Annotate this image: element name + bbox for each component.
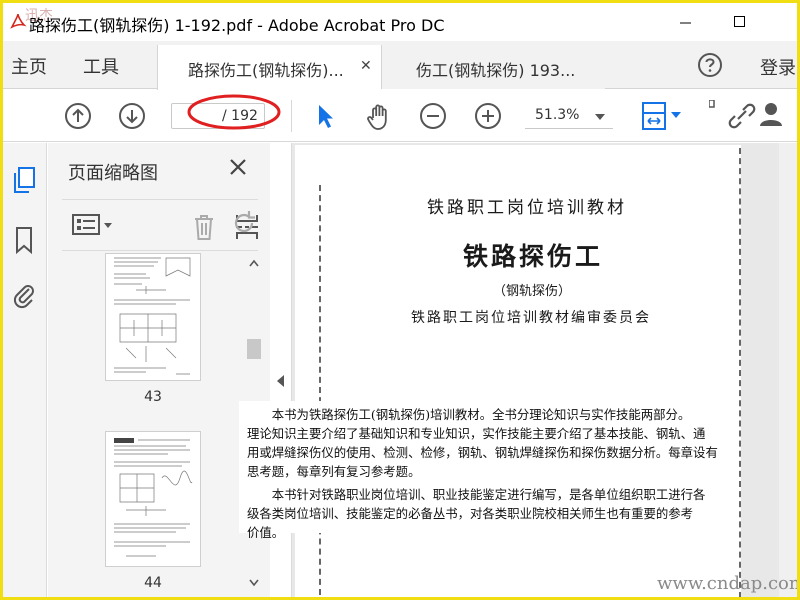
zoom-out-icon[interactable] (419, 102, 447, 130)
page-fit-dropdown-icon[interactable] (671, 112, 681, 118)
page-border-left (319, 185, 321, 595)
user-icon[interactable] (757, 100, 791, 132)
thumbnail-page-number: 43 (144, 389, 162, 405)
paragraph-line: 价值。 (247, 525, 285, 540)
red-highlight-ellipse (187, 94, 281, 130)
caret-left-icon (277, 375, 284, 387)
scrollbar-thumb[interactable] (247, 339, 261, 359)
page-border-right (739, 148, 741, 597)
tab-bar: 主页 工具 路探伤工(钢轨探伤)... ✕ 伤工(钢轨探伤) 193... 登录 (3, 41, 797, 90)
document-paragraph: 本书为铁路探伤工(钢轨探伤)培训教材。全书分理论知识与实作技能两部分。 理论知识… (239, 401, 739, 540)
left-navigation-rail (3, 143, 47, 597)
page-thumbnails-icon[interactable] (11, 165, 37, 195)
maximize-icon (734, 16, 745, 27)
paragraph-line: 本书为铁路探伤工(钢轨探伤)培训教材。全书分理论知识与实作技能两部分。 (247, 407, 691, 422)
bookmark-icon[interactable] (11, 225, 37, 255)
close-panel-icon[interactable] (228, 157, 248, 177)
document-subtitle: （钢轨探伤） (493, 284, 572, 299)
thumbnail-list: 43 44 (48, 253, 270, 597)
document-series: 铁路职工岗位培训教材 (427, 198, 627, 218)
login-link[interactable]: 登录 (760, 54, 796, 80)
thumbnail-page-number: 44 (144, 575, 162, 591)
thumbnail-page-44[interactable] (105, 431, 201, 567)
minimize-icon (680, 22, 691, 24)
link-icon[interactable] (725, 100, 759, 132)
thumbnails-panel: 页面缩略图 43 44 (48, 143, 270, 597)
arrow-down-circle-icon[interactable] (118, 102, 146, 130)
hand-icon[interactable] (364, 102, 394, 132)
thumbnail-tools (62, 199, 258, 251)
thumbnail-preview (114, 257, 191, 375)
tab-label: 路探伤工(钢轨探伤)... (188, 61, 344, 80)
toolbar: / 192 51.3% (3, 90, 797, 142)
more-tools-icon[interactable] (709, 100, 715, 110)
minimize-button[interactable] (663, 3, 709, 41)
document-committee: 铁路职工岗位培训教材编审委员会 (411, 310, 651, 326)
paragraph-line: 用或焊缝探伤仪的使用、检测、检修，钢轨、钢轨焊缝探伤和探伤数据分析。每章设有 (247, 445, 718, 460)
paragraph-line: 思考题，每章列有复习参考题。 (247, 464, 421, 479)
close-tab-button[interactable]: ✕ (360, 58, 372, 74)
title-bar: 迅杰 路探伤工(钢轨探伤) 1-192.pdf - Adobe Acrobat … (3, 3, 797, 41)
scroll-down-icon[interactable] (249, 579, 259, 587)
panel-title: 页面缩略图 (68, 163, 158, 184)
menu-home[interactable]: 主页 (11, 53, 47, 79)
window-title: 路探伤工(钢轨探伤) 1-192.pdf - Adobe Acrobat Pro… (29, 16, 445, 35)
tab-document-2[interactable]: 伤工(钢轨探伤) 193... (381, 45, 605, 89)
help-icon[interactable] (697, 52, 723, 78)
toolbar-divider (291, 100, 292, 132)
page-fit-icon[interactable] (639, 100, 669, 132)
paragraph-line: 理论知识主要介绍了基础知识和专业知识，实作技能主要介绍了基本技能、钢轨、通 (247, 426, 706, 441)
rotate-icon[interactable] (230, 209, 258, 237)
attachment-icon[interactable] (11, 279, 37, 309)
paragraph-line: 级各类岗位培训、技能鉴定的必备丛书，对各类职业院校相关师生也有重要的参考 (247, 506, 694, 521)
scroll-up-icon[interactable] (249, 259, 259, 267)
chevron-down-icon (595, 114, 605, 120)
tab-document-1[interactable]: 路探伤工(钢轨探伤)... ✕ (157, 45, 381, 90)
maximize-button[interactable] (717, 3, 763, 41)
zoom-value: 51.3% (535, 107, 580, 123)
site-watermark: www.cndap.com (657, 573, 797, 594)
zoom-in-icon[interactable] (474, 102, 502, 130)
document-scrollbar[interactable] (779, 143, 797, 597)
zoom-dropdown[interactable]: 51.3% (525, 103, 613, 129)
menu-tools[interactable]: 工具 (83, 53, 119, 79)
app-window: 迅杰 路探伤工(钢轨探伤) 1-192.pdf - Adobe Acrobat … (3, 3, 797, 597)
thumbnail-page-43[interactable] (105, 253, 201, 381)
paragraph-line: 本书针对铁路职业岗位培训、职业技能鉴定进行编写，是各单位组织职工进行各 (247, 487, 706, 502)
document-title: 铁路探伤工 (463, 242, 604, 271)
trash-icon[interactable] (192, 213, 216, 241)
thumbnail-preview (114, 438, 193, 557)
options-menu-icon[interactable] (72, 213, 114, 237)
arrow-up-circle-icon[interactable] (64, 102, 92, 130)
select-pointer-icon[interactable] (313, 102, 337, 130)
tab-label: 伤工(钢轨探伤) 193... (416, 61, 576, 80)
